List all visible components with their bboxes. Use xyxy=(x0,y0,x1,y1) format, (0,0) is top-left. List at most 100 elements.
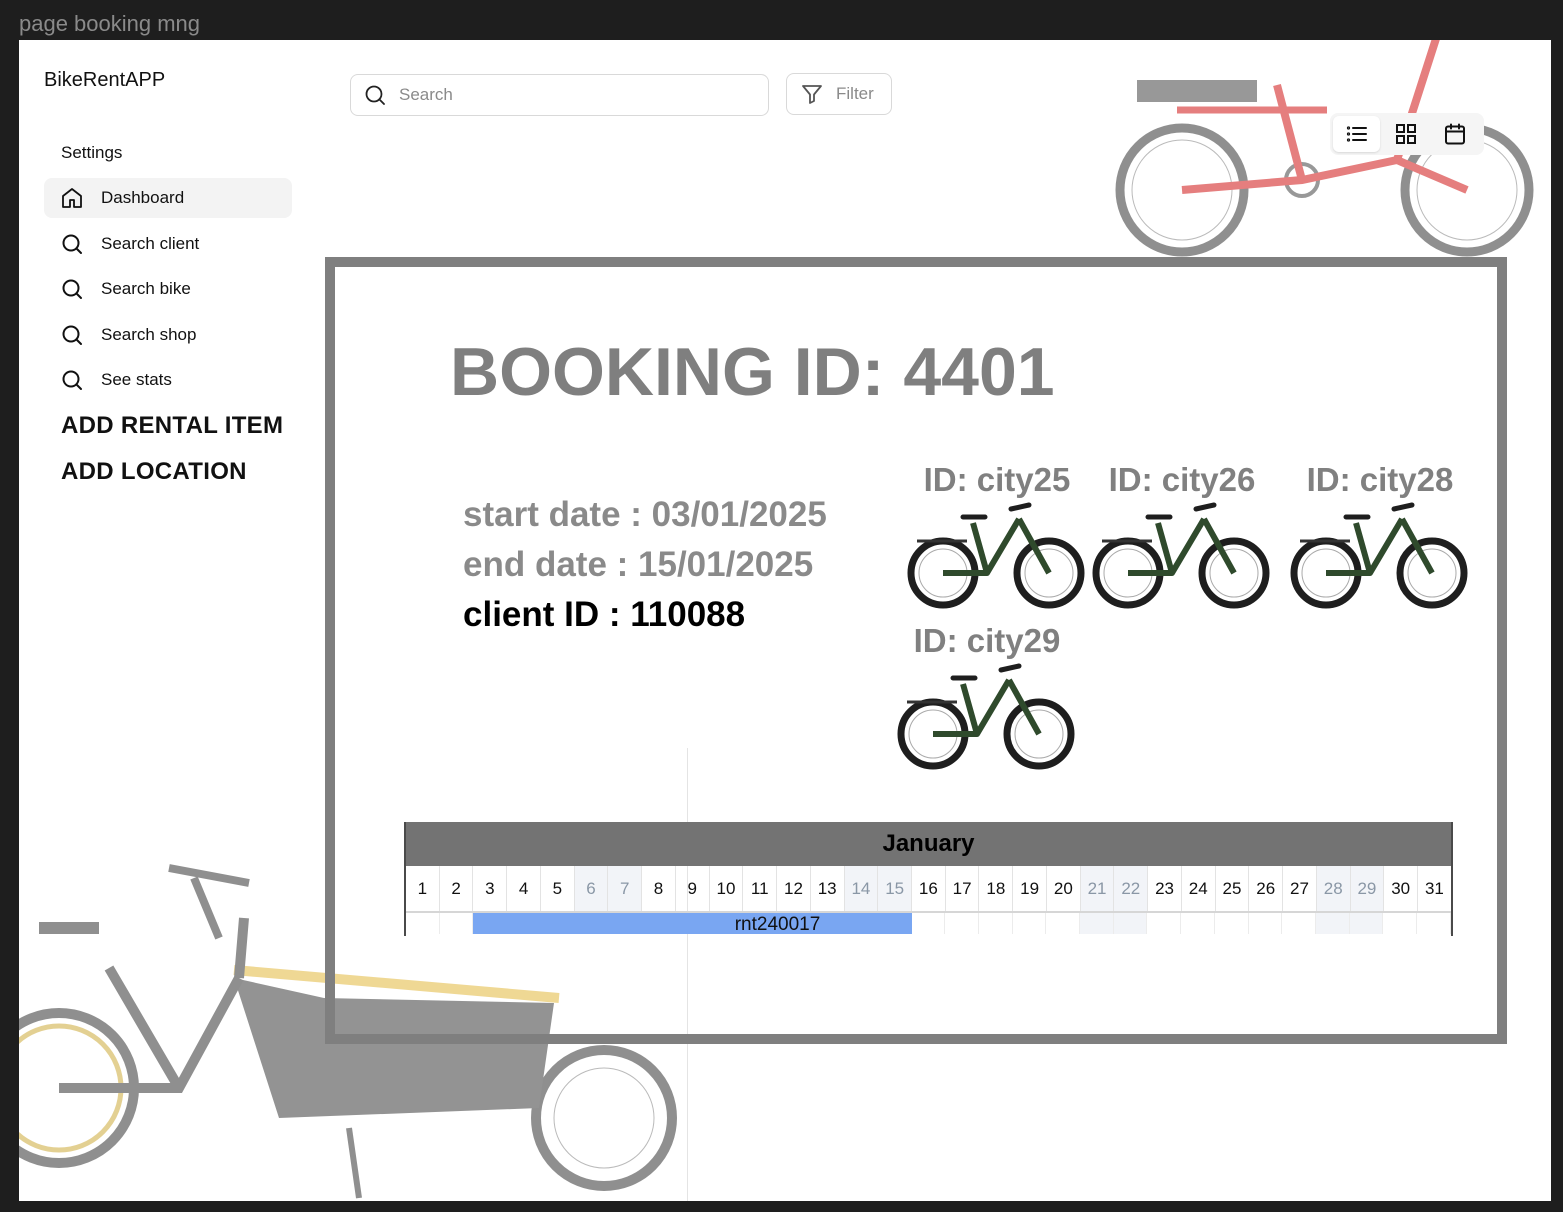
end-date: end date : 15/01/2025 xyxy=(463,545,814,584)
add-rental-item-link[interactable]: ADD RENTAL ITEM xyxy=(61,412,283,440)
grid-view-button[interactable] xyxy=(1382,116,1429,152)
grid-icon xyxy=(1395,124,1416,144)
calendar-cell[interactable] xyxy=(406,913,440,934)
calendar-day[interactable]: 18 xyxy=(979,866,1014,911)
bike-image xyxy=(1092,502,1270,609)
calendar-day[interactable]: 6 xyxy=(574,866,609,911)
calendar-day[interactable]: 19 xyxy=(1013,866,1047,911)
calendar-day[interactable]: 2 xyxy=(440,866,474,911)
view-toggle xyxy=(1330,113,1484,155)
calendar-day-row: 1 2 3 4 5 6 7 8 9 10 11 12 13 14 15 16 17 18 19 20 21 22 23 24 2… xyxy=(406,866,1451,913)
add-location-link[interactable]: ADD LOCATION xyxy=(61,458,247,486)
settings-heading: Settings xyxy=(61,143,123,162)
calendar-day[interactable]: 15 xyxy=(878,866,913,911)
filter-button[interactable]: Filter xyxy=(786,73,892,115)
frame-label: page booking mng xyxy=(19,11,201,36)
calendar-day[interactable]: 14 xyxy=(844,866,879,911)
calendar-cell[interactable] xyxy=(1315,913,1350,934)
filter-icon xyxy=(802,85,822,104)
bike-id-label: ID: city25 xyxy=(923,461,1071,498)
booking-calendar: January 1 2 3 4 5 6 7 8 9 10 11 12 13 14 15 16 17 18 19 20 2… xyxy=(404,822,1453,936)
calendar-day[interactable]: 29 xyxy=(1350,866,1385,911)
client-id[interactable]: client ID : 110088 xyxy=(463,595,745,635)
filter-label: Filter xyxy=(836,84,874,103)
app-title[interactable]: BikeRentAPP xyxy=(44,69,165,92)
calendar-day[interactable]: 16 xyxy=(912,866,946,911)
calendar-day[interactable]: 10 xyxy=(710,866,744,911)
calendar-cell[interactable] xyxy=(1215,913,1249,934)
calendar-day[interactable]: 22 xyxy=(1114,866,1149,911)
calendar-cell[interactable] xyxy=(1383,913,1418,934)
calendar-day[interactable]: 11 xyxy=(743,866,778,911)
calendar-day[interactable]: 26 xyxy=(1249,866,1284,911)
bike-id-label: ID: city28 xyxy=(1306,461,1454,498)
bike-card-city25[interactable]: ID: city25 xyxy=(907,461,1087,609)
calendar-cell[interactable] xyxy=(1113,913,1148,934)
sidebar-item-label: Search shop xyxy=(101,324,197,344)
bike-card-city28[interactable]: ID: city28 xyxy=(1290,461,1470,609)
calendar-cell[interactable] xyxy=(979,913,1013,934)
booking-title: BOOKING ID: 4401 xyxy=(450,334,1055,410)
calendar-month: January xyxy=(406,822,1451,866)
sidebar-item-label: Search client xyxy=(101,233,200,253)
bike-image xyxy=(897,663,1075,770)
calendar-day[interactable]: 20 xyxy=(1047,866,1081,911)
calendar-cell[interactable] xyxy=(1417,913,1451,934)
calendar-day[interactable]: 31 xyxy=(1418,866,1451,911)
page-canvas: BikeRentAPP Settings Dashboard Search cl… xyxy=(19,40,1551,1201)
sidebar-nav: Dashboard Search client Search bike Sear… xyxy=(44,178,292,406)
calendar-day[interactable]: 27 xyxy=(1283,866,1317,911)
calendar-day[interactable]: 7 xyxy=(608,866,643,911)
bike-card-city29[interactable]: ID: city29 xyxy=(897,622,1077,770)
bike-id-label: ID: city29 xyxy=(913,622,1061,659)
rental-bar[interactable]: rnt240017 xyxy=(473,913,912,934)
calendar-cell[interactable] xyxy=(1282,913,1316,934)
search-bar[interactable] xyxy=(350,74,769,116)
calendar-cell[interactable] xyxy=(1046,913,1081,934)
calendar-cell[interactable] xyxy=(1147,913,1182,934)
search-input[interactable] xyxy=(399,85,739,105)
bike-id-label: ID: city26 xyxy=(1108,461,1256,498)
calendar-day[interactable]: 3 xyxy=(473,866,508,911)
calendar-cell[interactable] xyxy=(945,913,979,934)
start-date: start date : 03/01/2025 xyxy=(463,495,827,534)
sidebar-item-label: Search bike xyxy=(101,279,191,298)
calendar-day[interactable]: 8 xyxy=(642,866,676,911)
calendar-day[interactable]: 23 xyxy=(1148,866,1182,911)
calendar-cell[interactable] xyxy=(1080,913,1114,934)
calendar-cell[interactable] xyxy=(440,913,474,934)
calendar-day[interactable]: 5 xyxy=(541,866,575,911)
sidebar-item-dashboard[interactable]: Dashboard xyxy=(44,178,292,218)
calendar-cell[interactable] xyxy=(1349,913,1384,934)
sidebar-item-search-client[interactable]: Search client xyxy=(44,224,292,264)
calendar-cell[interactable] xyxy=(1249,913,1283,934)
calendar-cell[interactable] xyxy=(1013,913,1047,934)
calendar-day[interactable]: 17 xyxy=(946,866,980,911)
calendar-cell[interactable] xyxy=(912,913,946,934)
calendar-cell[interactable] xyxy=(1181,913,1215,934)
bike-card-city26[interactable]: ID: city26 xyxy=(1092,461,1272,609)
search-icon xyxy=(62,370,82,390)
home-icon xyxy=(62,188,82,208)
calendar-day[interactable]: 13 xyxy=(811,866,845,911)
list-icon xyxy=(1346,126,1367,142)
sidebar-item-search-bike[interactable]: Search bike xyxy=(44,269,292,309)
calendar-day[interactable]: 4 xyxy=(507,866,541,911)
sidebar-item-see-stats[interactable]: See stats xyxy=(44,360,292,400)
calendar-day[interactable]: 30 xyxy=(1384,866,1419,911)
search-icon xyxy=(62,325,82,345)
list-view-button[interactable] xyxy=(1333,116,1381,152)
calendar-icon xyxy=(1445,123,1466,145)
calendar-day[interactable]: 28 xyxy=(1316,866,1351,911)
calendar-day[interactable]: 25 xyxy=(1216,866,1250,911)
calendar-day[interactable]: 9 xyxy=(676,866,710,911)
calendar-day[interactable]: 21 xyxy=(1080,866,1115,911)
calendar-day[interactable]: 24 xyxy=(1182,866,1216,911)
calendar-day[interactable]: 1 xyxy=(406,866,440,911)
booking-card: BOOKING ID: 4401 start date : 03/01/2025… xyxy=(325,257,1507,1044)
calendar-day[interactable]: 12 xyxy=(777,866,811,911)
calendar-view-button[interactable] xyxy=(1432,116,1479,152)
sidebar-item-search-shop[interactable]: Search shop xyxy=(44,315,292,355)
sidebar-item-label: Dashboard xyxy=(101,188,185,207)
search-icon xyxy=(365,85,385,105)
